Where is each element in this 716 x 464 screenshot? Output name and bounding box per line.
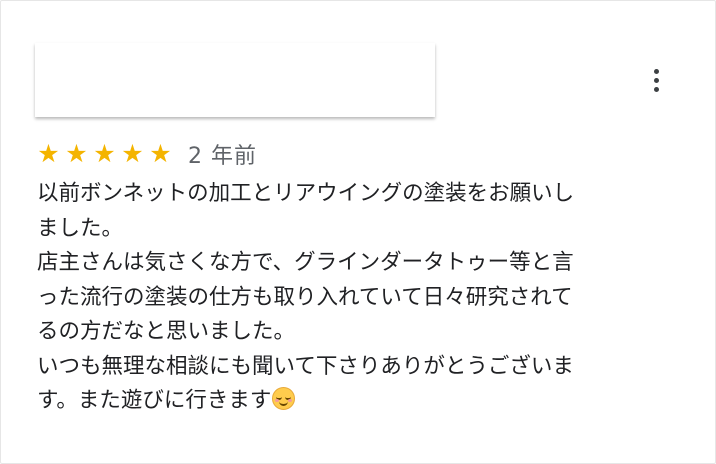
- star-icon: ★: [65, 139, 88, 168]
- review-line: った流行の塗装の仕方も取り入れていて日々研究されて: [37, 284, 573, 310]
- more-vert-icon: [653, 68, 659, 74]
- more-options-button[interactable]: [639, 61, 673, 99]
- rating-row: ★ ★ ★ ★ ★ 2 年前: [35, 139, 257, 170]
- star-icon: ★: [121, 139, 144, 168]
- star-icon: ★: [93, 139, 116, 168]
- review-line: 以前ボンネットの加工とリアウイングの塗装をお願いし: [37, 181, 575, 206]
- review-line: るの方だなと思いました。: [37, 319, 296, 344]
- review-body: 以前ボンネットの加工とリアウイングの塗装をお願いし ました。 店主さんは気さくな…: [37, 177, 677, 419]
- review-line-last: す。また遊びに行きます: [37, 384, 677, 419]
- review-line: いつも無理な相談にも聞いて下さりありがとうございま: [37, 353, 574, 379]
- review-card: ★ ★ ★ ★ ★ 2 年前 以前ボンネットの加工とリアウイングの塗装をお願いし…: [0, 0, 716, 464]
- review-line: ました。: [37, 215, 124, 241]
- star-rating: ★ ★ ★ ★ ★: [35, 140, 174, 168]
- smiling-face-icon: [272, 387, 296, 410]
- star-icon: ★: [37, 139, 60, 168]
- reviewer-profile-card[interactable]: [35, 43, 435, 117]
- review-line-text: す。また遊びに行きます: [37, 388, 272, 413]
- review-time: 2 年前: [188, 144, 257, 169]
- star-icon: ★: [149, 139, 172, 168]
- more-vert-icon-dot: [653, 77, 659, 83]
- review-line: 店主さんは気さくな方で、グラインダータトゥー等と言: [37, 250, 574, 275]
- more-vert-icon-dot: [653, 86, 659, 92]
